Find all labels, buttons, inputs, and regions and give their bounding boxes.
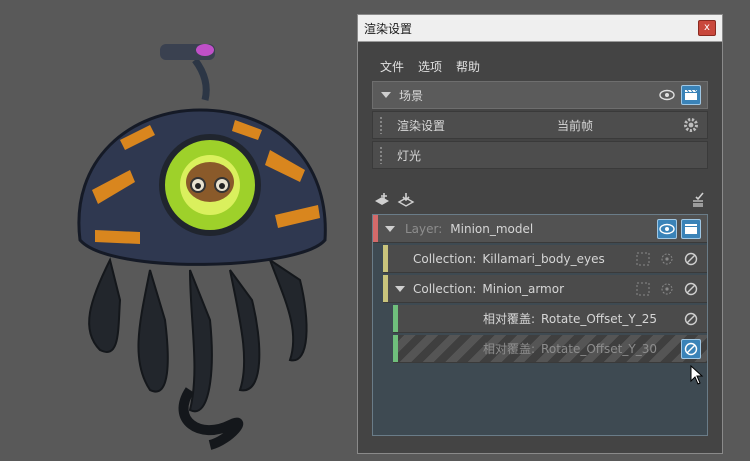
eye-icon[interactable] [657, 85, 677, 105]
layer-color-stripe [373, 215, 378, 242]
target-icon[interactable] [657, 279, 677, 299]
override-name: Rotate_Offset_Y_25 [541, 311, 657, 326]
drag-handle-icon[interactable] [379, 146, 383, 164]
override-prefix: 相对覆盖: [483, 312, 536, 326]
render-settings-row[interactable]: 渲染设置 当前帧 [372, 111, 708, 139]
creature-model-image [77, 44, 327, 450]
layer-name: Minion_model [450, 221, 534, 236]
collection-name: Minion_armor [482, 281, 565, 296]
override-row-disabled[interactable]: 相对覆盖: Rotate_Offset_Y_30 [393, 335, 707, 363]
collection-row[interactable]: Collection: Killamari_body_eyes [383, 245, 707, 273]
menu-options[interactable]: 选项 [418, 58, 442, 75]
isolate-select-icon[interactable] [633, 279, 653, 299]
eye-icon[interactable] [657, 218, 677, 239]
render-layer-list: Layer: Minion_model Collection: Killamar… [372, 214, 708, 436]
window-title: 渲染设置 [364, 21, 413, 36]
layer-row[interactable]: Layer: Minion_model [373, 215, 707, 243]
render-clapper-icon[interactable] [681, 218, 701, 239]
drag-handle-icon[interactable] [379, 116, 383, 134]
close-icon[interactable]: x [698, 20, 716, 36]
collection-color-stripe [383, 275, 388, 302]
disable-icon[interactable] [681, 309, 701, 329]
menu-bar: 文件 选项 帮助 [358, 52, 722, 80]
disable-icon[interactable] [681, 249, 701, 269]
collapse-arrow-icon[interactable] [385, 225, 395, 232]
override-row[interactable]: 相对覆盖: Rotate_Offset_Y_25 [393, 305, 707, 333]
lights-row[interactable]: 灯光 [372, 141, 708, 169]
import-layer-icon[interactable] [396, 190, 416, 210]
render-settings-value: 当前帧 [557, 118, 594, 133]
layer-toolbar [372, 189, 708, 211]
scene-panel: 场景 渲染设置 当前帧 灯光 [372, 81, 708, 171]
lights-label: 灯光 [397, 148, 422, 163]
gear-icon[interactable] [681, 115, 701, 135]
menu-file[interactable]: 文件 [380, 58, 404, 75]
override-color-stripe [393, 335, 398, 362]
collection-row[interactable]: Collection: Minion_armor [383, 275, 707, 303]
add-layer-icon[interactable] [372, 190, 392, 210]
disable-icon[interactable] [681, 279, 701, 299]
override-name: Rotate_Offset_Y_30 [541, 341, 657, 356]
menu-help[interactable]: 帮助 [456, 58, 480, 75]
collapse-arrow-icon[interactable] [381, 92, 391, 98]
mouse-cursor-icon [690, 365, 704, 385]
layer-prefix: Layer: [405, 221, 443, 236]
isolate-select-icon[interactable] [633, 249, 653, 269]
scene-row[interactable]: 场景 [372, 81, 708, 109]
render-settings-label: 渲染设置 [397, 118, 446, 133]
target-icon[interactable] [657, 249, 677, 269]
checklist-icon[interactable] [688, 190, 708, 210]
collection-prefix: Collection: [413, 251, 477, 266]
render-clapper-icon[interactable] [681, 85, 701, 105]
render-setup-window: 渲染设置 x 文件 选项 帮助 场景 渲染设置 当前帧 灯光 Layer: Mi… [357, 14, 723, 454]
collection-color-stripe [383, 245, 388, 272]
override-prefix: 相对覆盖: [483, 342, 536, 356]
collection-prefix: Collection: [413, 281, 477, 296]
collapse-arrow-icon[interactable] [395, 285, 405, 292]
scene-label: 场景 [399, 88, 424, 103]
override-color-stripe [393, 305, 398, 332]
collection-name: Killamari_body_eyes [482, 251, 605, 266]
window-titlebar[interactable]: 渲染设置 x [358, 15, 722, 42]
disable-icon[interactable] [681, 338, 701, 359]
